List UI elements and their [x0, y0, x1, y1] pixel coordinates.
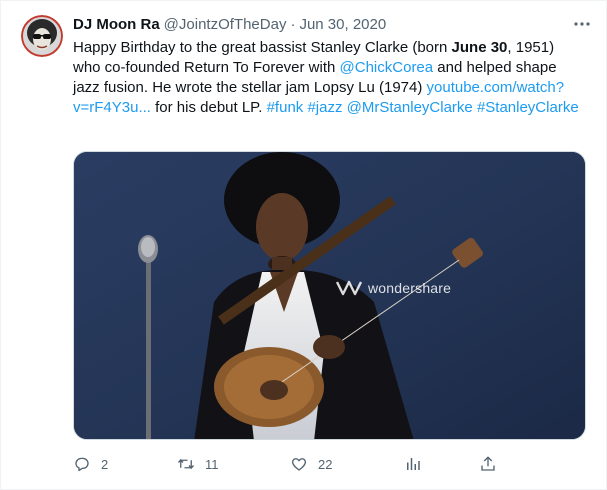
like-button[interactable]: 22	[290, 453, 332, 475]
reply-icon	[75, 457, 89, 472]
hashtag-jazz[interactable]: #jazz	[307, 99, 342, 116]
tweet-text-bold: June 30	[451, 39, 508, 56]
share-icon	[481, 456, 495, 471]
tweet-card[interactable]: DJ Moon Ra @JointzOfTheDay · Jun 30, 202…	[0, 0, 607, 490]
retweet-icon	[177, 458, 195, 470]
reply-count: 2	[101, 456, 109, 472]
analytics-icon	[407, 458, 420, 470]
reply-button[interactable]: 2	[73, 453, 108, 475]
tweet-text: Happy Birthday to the great bassist Stan…	[73, 38, 583, 118]
watermark: wondershare	[336, 280, 451, 296]
tweet-text-part: Happy Birthday to the great bassist Stan…	[73, 39, 452, 56]
tweet-date[interactable]: Jun 30, 2020	[299, 16, 386, 33]
retweet-button[interactable]: 11	[177, 453, 219, 475]
like-count: 22	[318, 456, 333, 472]
wondershare-logo-icon	[336, 280, 362, 296]
mention-mrstanleyclarke[interactable]: @MrStanleyClarke	[347, 99, 473, 116]
user-handle[interactable]: @JointzOfTheDay	[164, 16, 287, 33]
analytics-button[interactable]	[404, 453, 422, 475]
display-name[interactable]: DJ Moon Ra	[73, 16, 160, 33]
tweet-header: DJ Moon Ra @JointzOfTheDay · Jun 30, 202…	[73, 13, 593, 35]
separator-dot: ·	[290, 15, 296, 33]
watermark-text: wondershare	[368, 280, 452, 296]
tweet-content: DJ Moon Ra @JointzOfTheDay · Jun 30, 202…	[73, 13, 593, 118]
share-button[interactable]	[479, 453, 497, 475]
hashtag-stanleyclarke[interactable]: #StanleyClarke	[477, 99, 579, 116]
hashtag-funk[interactable]: #funk	[267, 99, 304, 116]
avatar[interactable]	[21, 15, 63, 57]
video-player[interactable]: wondershare	[73, 151, 586, 440]
tweet-actions: 2 11 22	[73, 453, 503, 475]
video-frame	[74, 152, 585, 439]
tweet-text-part: for his debut LP.	[150, 99, 267, 116]
mention-chickcorea[interactable]: @ChickCorea	[340, 59, 434, 76]
more-icon[interactable]	[572, 15, 592, 33]
retweet-count: 11	[205, 456, 219, 472]
like-icon	[291, 458, 307, 471]
